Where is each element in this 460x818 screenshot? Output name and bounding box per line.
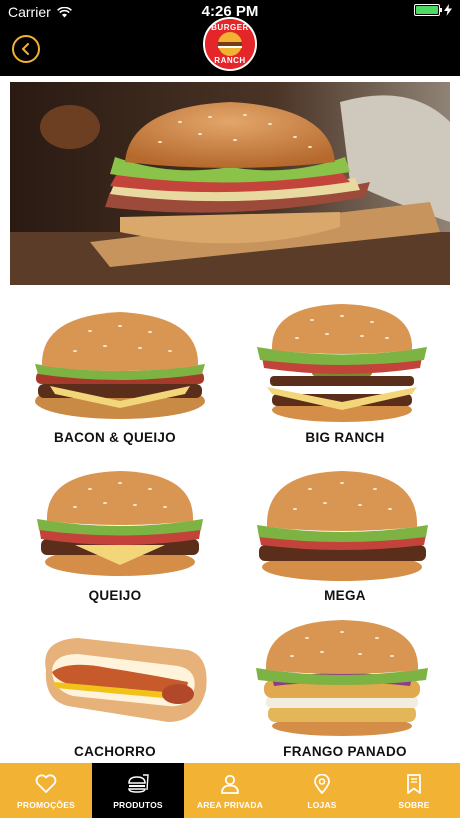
back-button[interactable]: [12, 35, 40, 63]
product-name: FRANGO PANADO: [283, 744, 407, 759]
product-card-queijo[interactable]: QUEIJO: [0, 461, 230, 621]
tab-area-privada[interactable]: AREA PRIVADA: [184, 763, 276, 818]
food-icon: [128, 774, 149, 793]
product-name: CACHORRO: [74, 744, 156, 759]
status-icons: [414, 4, 452, 16]
product-card-frango-panado[interactable]: FRANGO PANADO: [230, 618, 460, 778]
burger-image: [256, 620, 428, 736]
product-card-mega[interactable]: MEGA: [230, 461, 460, 621]
burger-image: [257, 471, 428, 581]
burger-image: [37, 471, 203, 576]
burger-ranch-logo: BURGER RANCH: [203, 17, 257, 71]
tab-label: PRODUTOS: [113, 800, 163, 810]
hero-burger-image: [10, 82, 450, 285]
product-name: MEGA: [324, 588, 366, 603]
tab-label: PROMOÇÕES: [16, 800, 75, 810]
product-card-bacon-queijo[interactable]: BACON & QUEIJO: [0, 296, 230, 456]
burger-image: [35, 312, 205, 419]
battery-icon: [414, 4, 442, 16]
burger-image: [257, 304, 427, 422]
product-card-big-ranch[interactable]: BIG RANCH: [230, 296, 460, 456]
tab-label: AREA PRIVADA: [196, 800, 264, 810]
product-card-cachorro[interactable]: CACHORRO: [0, 618, 230, 778]
tab-bar: PROMOÇÕES PRODUTOS AREA PRIVADA LOJAS SO…: [0, 763, 460, 818]
charging-bolt-icon: [444, 4, 452, 16]
tab-label: SOBRE: [398, 800, 430, 810]
location-pin-icon: [314, 774, 330, 794]
product-name: QUEIJO: [88, 588, 142, 603]
tab-promocoes[interactable]: PROMOÇÕES: [0, 763, 92, 818]
hotdog-image: [45, 638, 207, 722]
bookmark-icon: [407, 774, 421, 794]
logo-text-top: BURGER: [211, 23, 249, 32]
tab-lojas[interactable]: LOJAS: [276, 763, 368, 818]
product-name: BIG RANCH: [305, 430, 385, 445]
tab-produtos[interactable]: PRODUTOS: [92, 763, 184, 818]
tab-label: LOJAS: [307, 800, 337, 810]
chevron-left-icon: [21, 43, 29, 55]
heart-icon: [35, 774, 57, 793]
person-icon: [221, 774, 239, 794]
tab-sobre[interactable]: SOBRE: [368, 763, 460, 818]
logo-text-bottom: RANCH: [214, 56, 246, 65]
product-name: BACON & QUEIJO: [54, 430, 176, 445]
